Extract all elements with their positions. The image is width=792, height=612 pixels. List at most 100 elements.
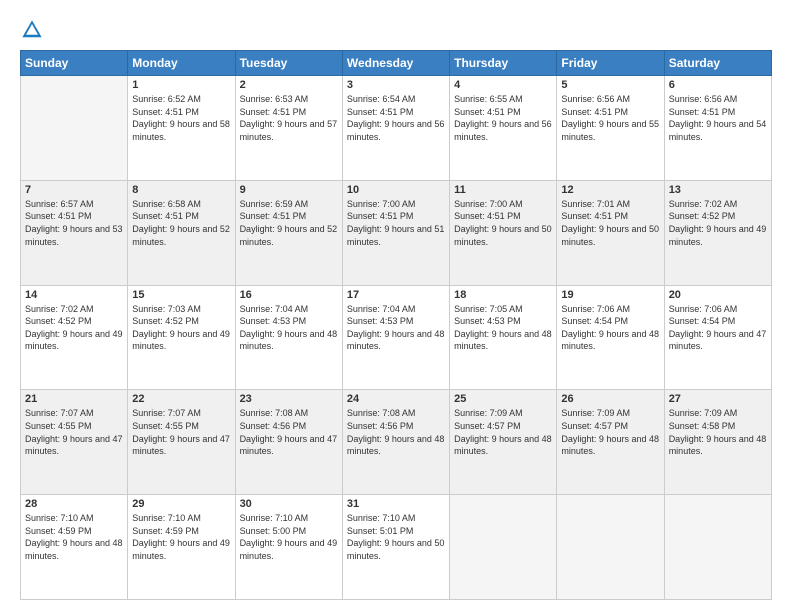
day-number: 31 — [347, 498, 445, 510]
calendar-cell: 12Sunrise: 7:01 AMSunset: 4:51 PMDayligh… — [557, 180, 664, 285]
calendar-cell: 11 Sunrise: 7:00 AMSunset: 4:51 PMDayligh… — [450, 180, 557, 285]
weekday-header: Wednesday — [342, 51, 449, 76]
cell-info: Sunrise: 7:00 AMSunset: 4:51 PMDaylight:… — [454, 198, 552, 248]
day-number: 10 — [347, 184, 445, 196]
calendar-cell: 9 Sunrise: 6:59 AMSunset: 4:51 PMDaylight… — [235, 180, 342, 285]
calendar-cell: 25 Sunrise: 7:09 AMSunset: 4:57 PMDayligh… — [450, 390, 557, 495]
calendar-cell: 30Sunrise: 7:10 AMSunset: 5:00 PMDayligh… — [235, 495, 342, 600]
calendar-cell: 15 Sunrise: 7:03 AMSunset: 4:52 PMDayligh… — [128, 285, 235, 390]
calendar-cell: 27 Sunrise: 7:09 AMSunset: 4:58 PMDayligh… — [664, 390, 771, 495]
cell-info: Sunrise: 7:08 AMSunset: 4:56 PMDaylight:… — [240, 407, 338, 457]
day-number: 4 — [454, 79, 552, 91]
day-number: 19 — [561, 289, 659, 301]
day-number: 15 — [132, 289, 230, 301]
day-number: 17 — [347, 289, 445, 301]
calendar-cell: 23 Sunrise: 7:08 AMSunset: 4:56 PMDayligh… — [235, 390, 342, 495]
day-number: 9 — [240, 184, 338, 196]
cell-info: Sunrise: 6:55 AMSunset: 4:51 PMDaylight:… — [454, 93, 552, 143]
calendar-cell: 26 Sunrise: 7:09 AMSunset: 4:57 PMDayligh… — [557, 390, 664, 495]
calendar-cell: 18 Sunrise: 7:05 AMSunset: 4:53 PMDayligh… — [450, 285, 557, 390]
cell-info: Sunrise: 7:10 AMSunset: 4:59 PMDaylight:… — [132, 512, 230, 562]
day-number: 1 — [132, 79, 230, 91]
day-number: 18 — [454, 289, 552, 301]
cell-info: Sunrise: 6:56 AMSunset: 4:51 PMDaylight:… — [561, 93, 659, 143]
calendar-table: SundayMondayTuesdayWednesdayThursdayFrid… — [20, 50, 772, 600]
header — [20, 18, 772, 42]
cell-info: Sunrise: 7:09 AMSunset: 4:57 PMDaylight:… — [561, 407, 659, 457]
day-number: 3 — [347, 79, 445, 91]
cell-info: Sunrise: 7:04 AMSunset: 4:53 PMDaylight:… — [240, 303, 338, 353]
calendar-cell: 20Sunrise: 7:06 AMSunset: 4:54 PMDayligh… — [664, 285, 771, 390]
cell-info: Sunrise: 7:02 AMSunset: 4:52 PMDaylight:… — [25, 303, 123, 353]
day-number: 11 — [454, 184, 552, 196]
calendar-cell: 3 Sunrise: 6:54 AMSunset: 4:51 PMDaylight… — [342, 76, 449, 181]
cell-info: Sunrise: 7:09 AMSunset: 4:57 PMDaylight:… — [454, 407, 552, 457]
calendar-cell: 19 Sunrise: 7:06 AMSunset: 4:54 PMDayligh… — [557, 285, 664, 390]
cell-info: Sunrise: 6:56 AMSunset: 4:51 PMDaylight:… — [669, 93, 767, 143]
weekday-header: Saturday — [664, 51, 771, 76]
day-number: 22 — [132, 393, 230, 405]
calendar-cell: 16 Sunrise: 7:04 AMSunset: 4:53 PMDayligh… — [235, 285, 342, 390]
cell-info: Sunrise: 7:00 AMSunset: 4:51 PMDaylight:… — [347, 198, 445, 248]
day-number: 2 — [240, 79, 338, 91]
day-number: 7 — [25, 184, 123, 196]
calendar-cell: 7 Sunrise: 6:57 AMSunset: 4:51 PMDaylight… — [21, 180, 128, 285]
day-number: 16 — [240, 289, 338, 301]
calendar-week-row: 7 Sunrise: 6:57 AMSunset: 4:51 PMDaylight… — [21, 180, 772, 285]
weekday-header: Friday — [557, 51, 664, 76]
calendar-header-row: SundayMondayTuesdayWednesdayThursdayFrid… — [21, 51, 772, 76]
day-number: 23 — [240, 393, 338, 405]
cell-info: Sunrise: 6:59 AMSunset: 4:51 PMDaylight:… — [240, 198, 338, 248]
day-number: 8 — [132, 184, 230, 196]
logo — [20, 18, 48, 42]
calendar-cell: 5Sunrise: 6:56 AMSunset: 4:51 PMDaylight… — [557, 76, 664, 181]
page: SundayMondayTuesdayWednesdayThursdayFrid… — [0, 0, 792, 612]
cell-info: Sunrise: 7:08 AMSunset: 4:56 PMDaylight:… — [347, 407, 445, 457]
calendar-cell: 13 Sunrise: 7:02 AMSunset: 4:52 PMDayligh… — [664, 180, 771, 285]
calendar-cell: 14 Sunrise: 7:02 AMSunset: 4:52 PMDayligh… — [21, 285, 128, 390]
cell-info: Sunrise: 6:54 AMSunset: 4:51 PMDaylight:… — [347, 93, 445, 143]
calendar-cell: 8Sunrise: 6:58 AMSunset: 4:51 PMDaylight… — [128, 180, 235, 285]
cell-info: Sunrise: 6:57 AMSunset: 4:51 PMDaylight:… — [25, 198, 123, 248]
day-number: 27 — [669, 393, 767, 405]
cell-info: Sunrise: 7:06 AMSunset: 4:54 PMDaylight:… — [561, 303, 659, 353]
calendar-cell: 29 Sunrise: 7:10 AMSunset: 4:59 PMDayligh… — [128, 495, 235, 600]
day-number: 29 — [132, 498, 230, 510]
cell-info: Sunrise: 7:10 AMSunset: 5:00 PMDaylight:… — [240, 512, 338, 562]
calendar-cell — [557, 495, 664, 600]
cell-info: Sunrise: 6:52 AMSunset: 4:51 PMDaylight:… — [132, 93, 230, 143]
day-number: 25 — [454, 393, 552, 405]
day-number: 26 — [561, 393, 659, 405]
weekday-header: Tuesday — [235, 51, 342, 76]
calendar-cell — [21, 76, 128, 181]
calendar-week-row: 21Sunrise: 7:07 AMSunset: 4:55 PMDayligh… — [21, 390, 772, 495]
day-number: 14 — [25, 289, 123, 301]
calendar-cell: 4 Sunrise: 6:55 AMSunset: 4:51 PMDaylight… — [450, 76, 557, 181]
calendar-week-row: 14 Sunrise: 7:02 AMSunset: 4:52 PMDayligh… — [21, 285, 772, 390]
calendar-cell — [664, 495, 771, 600]
calendar-cell: 31 Sunrise: 7:10 AMSunset: 5:01 PMDayligh… — [342, 495, 449, 600]
calendar-week-row: 1 Sunrise: 6:52 AMSunset: 4:51 PMDaylight… — [21, 76, 772, 181]
calendar-cell: 6Sunrise: 6:56 AMSunset: 4:51 PMDaylight… — [664, 76, 771, 181]
cell-info: Sunrise: 7:04 AMSunset: 4:53 PMDaylight:… — [347, 303, 445, 353]
cell-info: Sunrise: 7:05 AMSunset: 4:53 PMDaylight:… — [454, 303, 552, 353]
calendar-cell: 24Sunrise: 7:08 AMSunset: 4:56 PMDayligh… — [342, 390, 449, 495]
calendar-cell: 1 Sunrise: 6:52 AMSunset: 4:51 PMDaylight… — [128, 76, 235, 181]
cell-info: Sunrise: 7:07 AMSunset: 4:55 PMDaylight:… — [25, 407, 123, 457]
calendar-week-row: 28 Sunrise: 7:10 AMSunset: 4:59 PMDayligh… — [21, 495, 772, 600]
cell-info: Sunrise: 7:10 AMSunset: 4:59 PMDaylight:… — [25, 512, 123, 562]
calendar-cell: 22Sunrise: 7:07 AMSunset: 4:55 PMDayligh… — [128, 390, 235, 495]
cell-info: Sunrise: 7:03 AMSunset: 4:52 PMDaylight:… — [132, 303, 230, 353]
weekday-header: Thursday — [450, 51, 557, 76]
day-number: 28 — [25, 498, 123, 510]
calendar-cell: 21Sunrise: 7:07 AMSunset: 4:55 PMDayligh… — [21, 390, 128, 495]
calendar-cell: 17 Sunrise: 7:04 AMSunset: 4:53 PMDayligh… — [342, 285, 449, 390]
cell-info: Sunrise: 7:06 AMSunset: 4:54 PMDaylight:… — [669, 303, 767, 353]
calendar-cell: 2Sunrise: 6:53 AMSunset: 4:51 PMDaylight… — [235, 76, 342, 181]
cell-info: Sunrise: 7:10 AMSunset: 5:01 PMDaylight:… — [347, 512, 445, 562]
cell-info: Sunrise: 7:02 AMSunset: 4:52 PMDaylight:… — [669, 198, 767, 248]
day-number: 13 — [669, 184, 767, 196]
weekday-header: Sunday — [21, 51, 128, 76]
cell-info: Sunrise: 7:09 AMSunset: 4:58 PMDaylight:… — [669, 407, 767, 457]
logo-icon — [20, 18, 44, 42]
